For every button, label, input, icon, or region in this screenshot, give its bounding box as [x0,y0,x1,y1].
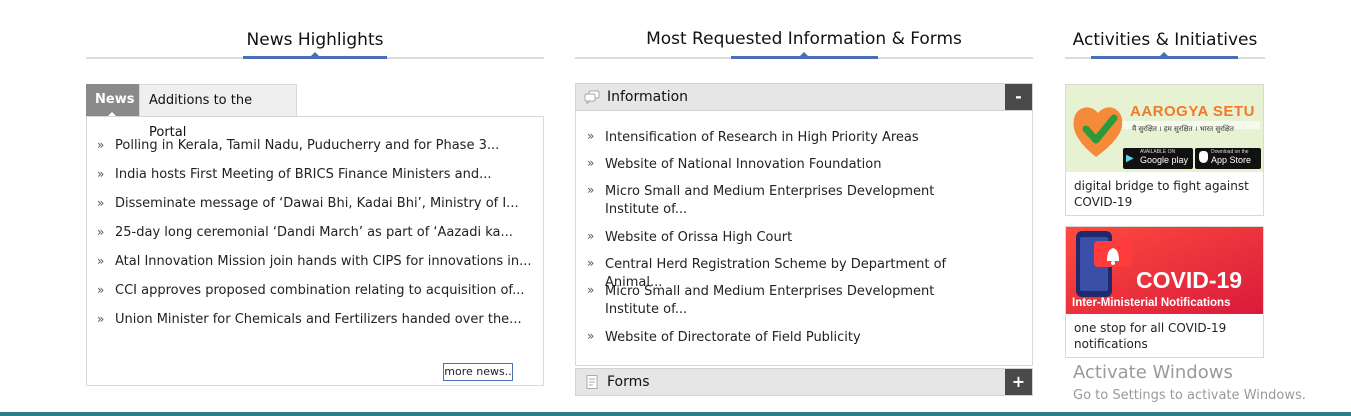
app-store-badge[interactable]: Download on the App Store [1195,148,1261,169]
apple-icon [1199,151,1208,163]
double-chevron-icon: » [587,229,595,243]
google-play-icon: ▶ [1126,153,1134,164]
double-chevron-icon: » [97,167,105,181]
information-accordion-header[interactable]: Information - [575,83,1033,111]
collapse-toggle-button[interactable]: - [1005,84,1032,110]
aarogya-setu-caption: digital bridge to fight against COVID-19 [1074,179,1249,209]
aarogya-setu-card[interactable]: AAROGYA SETU मैं सुरक्षित । हम सुरक्षित … [1065,84,1264,216]
document-icon [586,375,598,389]
footer-strip [0,412,1351,416]
covid-19-subtitle: Inter-Ministerial Notifications [1072,297,1231,309]
double-chevron-icon: » [97,196,105,210]
info-forms-heading: Most Requested Information & Forms [575,29,1033,51]
tab-news-label: News [95,92,135,107]
news-heading-notch [311,52,319,56]
activate-windows-subtitle: Go to Settings to activate Windows. [1073,388,1306,403]
tab-additions-to-portal[interactable]: Additions to the Portal [139,84,297,140]
expand-toggle-button[interactable]: + [1005,369,1032,395]
news-list-panel [86,116,544,386]
covid-19-notifications-card[interactable]: COVID-19 Inter-Ministerial Notifications… [1065,226,1264,358]
info-heading-notch [800,52,808,56]
double-chevron-icon: » [97,138,105,152]
speech-bubbles-icon [584,90,600,104]
double-chevron-icon: » [587,256,595,270]
covid-19-title: COVID-19 [1136,267,1243,293]
tab-news[interactable]: News [86,84,139,116]
double-chevron-icon: » [587,283,595,297]
forms-header-label: Forms [607,374,650,390]
activities-heading-underline [1091,56,1238,59]
news-heading-underline [243,56,387,59]
double-chevron-icon: » [587,156,595,170]
forms-accordion-header[interactable]: Forms + [575,368,1033,396]
info-heading-underline [731,56,878,59]
activities-title: Activities & Initiatives [1072,30,1258,50]
covid-19-caption: one stop for all COVID-19 notifications [1074,321,1227,351]
activities-heading: Activities & Initiatives [1065,30,1265,52]
double-chevron-icon: » [97,283,105,297]
double-chevron-icon: » [97,254,105,268]
information-header-label: Information [607,89,689,105]
aarogya-setu-title: AAROGYA SETU [1130,103,1255,120]
news-highlights-title: News Highlights [246,30,384,50]
double-chevron-icon: » [97,225,105,239]
double-chevron-icon: » [97,312,105,326]
google-play-badge[interactable]: ▶ AVAILABLE ON Google play [1123,148,1193,169]
double-chevron-icon: » [587,129,595,143]
aarogya-setu-tagline: मैं सुरक्षित । हम सुरक्षित । भारत सुरक्ष… [1132,125,1234,133]
activate-windows-title: Activate Windows [1073,362,1233,383]
double-chevron-icon: » [587,329,595,343]
info-forms-title: Most Requested Information & Forms [646,29,962,49]
double-chevron-icon: » [587,183,595,197]
more-news-button[interactable]: more news.. [443,363,513,381]
news-highlights-heading: News Highlights [86,30,544,52]
activities-heading-notch [1160,52,1168,56]
